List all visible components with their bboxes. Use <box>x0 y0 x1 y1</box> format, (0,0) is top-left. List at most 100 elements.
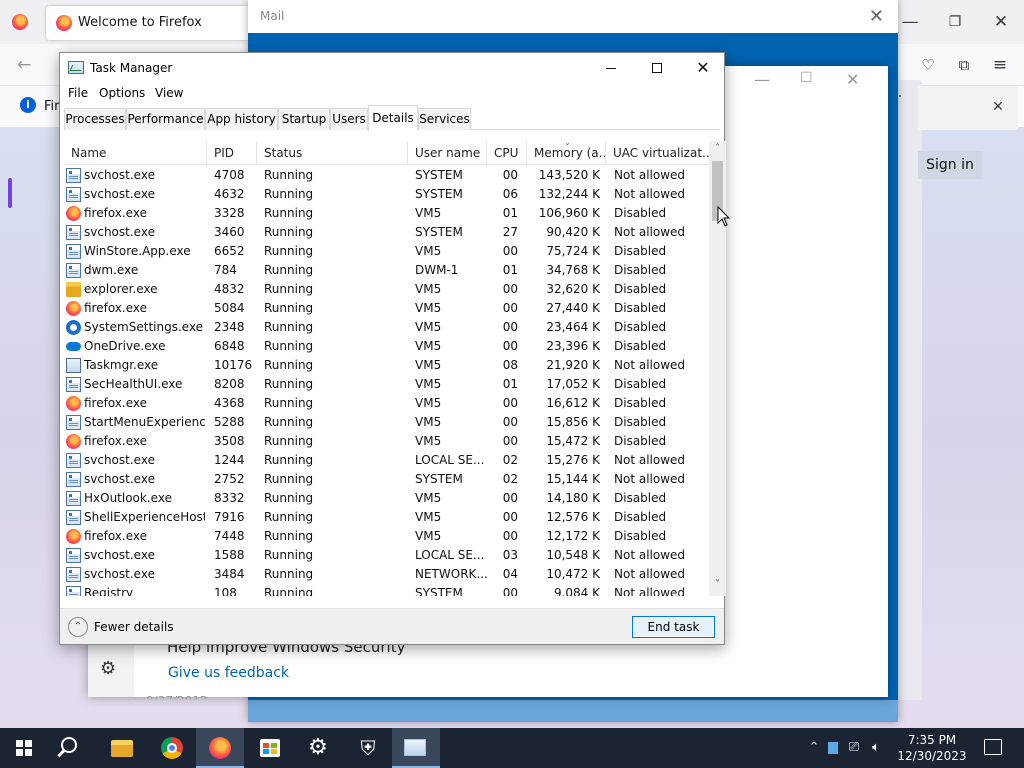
firefox-tab[interactable]: Welcome to Firefox <box>46 6 252 40</box>
scroll-down-arrow-icon[interactable]: ˅ <box>709 579 726 593</box>
security-maximize-icon[interactable]: ☐ <box>800 70 813 86</box>
cell-user: VM5 <box>415 206 442 220</box>
cell-pid: 3484 <box>214 567 245 581</box>
tab-app-history[interactable]: App history <box>205 108 278 130</box>
security-close-icon[interactable]: ✕ <box>846 70 859 89</box>
table-row[interactable]: Taskmgr.exe 10176 Running VM5 08 21,920 K Not … <box>64 356 709 375</box>
taskbar-firefox[interactable] <box>196 728 244 768</box>
cell-cpu: 01 <box>502 377 518 391</box>
table-row[interactable]: StartMenuExperienc... 5288 Running VM5 00 15,… <box>64 413 709 432</box>
firefox-close-icon[interactable]: ✕ <box>989 10 1013 34</box>
tab-performance[interactable]: Performance <box>126 108 205 130</box>
table-row[interactable]: firefox.exe 3508 Running VM5 00 15,472 K Disab… <box>64 432 709 451</box>
cell-uac: Not allowed <box>614 358 686 372</box>
mail-bottom-band <box>248 700 898 722</box>
table-row[interactable]: firefox.exe 4368 Running VM5 00 16,612 K Disab… <box>64 394 709 413</box>
task-manager-titlebar[interactable]: Task Manager ✕ <box>60 53 724 83</box>
security-minimize-icon[interactable]: — <box>754 70 770 89</box>
firefox-menu-icon[interactable] <box>12 14 28 30</box>
tray-app-icon[interactable] <box>826 728 840 768</box>
table-row[interactable]: SystemSettings.exe 2348 Running VM5 00 23,464… <box>64 318 709 337</box>
mail-close-icon[interactable]: ✕ <box>869 6 884 27</box>
give-feedback-link[interactable]: Give us feedback <box>168 665 289 681</box>
column-header-name[interactable]: Name <box>64 141 207 165</box>
settings-gear-icon[interactable]: ⚙ <box>100 658 116 679</box>
system-clock[interactable]: 7:35 PM 12/30/2023 <box>892 732 972 764</box>
search-button[interactable] <box>48 728 96 768</box>
table-row[interactable]: firefox.exe 3328 Running VM5 01 106,960 K Disa… <box>64 204 709 223</box>
column-header-user-name[interactable]: User name <box>408 141 487 165</box>
cell-cpu: 00 <box>502 301 518 315</box>
table-row[interactable]: svchost.exe 2752 Running SYSTEM 02 15,144 K No… <box>64 470 709 489</box>
cell-memory: 9,084 K <box>553 586 600 596</box>
cell-memory: 75,724 K <box>546 244 600 258</box>
close-button[interactable]: ✕ <box>680 53 726 83</box>
table-row[interactable]: svchost.exe 3460 Running SYSTEM 27 90,420 K No… <box>64 223 709 242</box>
cell-pid: 6652 <box>214 244 245 258</box>
cell-name: StartMenuExperienc... <box>84 415 205 429</box>
table-row[interactable]: SecHealthUI.exe 8208 Running VM5 01 17,052 K D… <box>64 375 709 394</box>
table-row[interactable]: svchost.exe 4708 Running SYSTEM 00 143,520 K N… <box>64 166 709 185</box>
taskbar-settings[interactable]: ⚙ <box>294 728 342 768</box>
chevron-up-circle-icon[interactable]: ⌃ <box>68 617 88 637</box>
menu-file[interactable]: File <box>68 86 88 100</box>
column-header-status[interactable]: Status <box>257 141 408 165</box>
cell-status: Running <box>264 168 314 182</box>
cell-memory: 10,548 K <box>546 548 600 562</box>
show-hidden-icons-chevron-icon[interactable]: ⌃ <box>804 728 824 768</box>
start-button[interactable] <box>0 728 48 768</box>
cell-user: VM5 <box>415 415 442 429</box>
table-row[interactable]: svchost.exe 3484 Running NETWORK... 04 10,472… <box>64 565 709 584</box>
table-row[interactable]: svchost.exe 1244 Running LOCAL SE... 02 15,27… <box>64 451 709 470</box>
cell-uac: Not allowed <box>614 586 686 596</box>
table-row[interactable]: Registry 108 Running SYSTEM 00 9,084 K Not all… <box>64 584 709 596</box>
taskbar-microsoft-store[interactable] <box>246 728 294 768</box>
settings-gear-icon: ⚙ <box>308 735 328 760</box>
table-row[interactable]: ShellExperienceHost.... 7916 Running VM5 00 1… <box>64 508 709 527</box>
process-cloud-icon <box>66 342 81 351</box>
table-row[interactable]: firefox.exe 5084 Running VM5 00 27,440 K Disab… <box>64 299 709 318</box>
tab-details[interactable]: Details <box>368 105 418 131</box>
scroll-up-arrow-icon[interactable]: ˄ <box>709 143 726 157</box>
menu-options[interactable]: Options <box>99 86 145 100</box>
table-row[interactable]: WinStore.App.exe 6652 Running VM5 00 75,724 K… <box>64 242 709 261</box>
taskbar-task-manager[interactable] <box>392 728 440 768</box>
cell-cpu: 00 <box>502 510 518 524</box>
minimize-button[interactable] <box>588 53 634 83</box>
back-arrow-icon[interactable]: ← <box>12 53 36 77</box>
network-icon[interactable]: ⎚ <box>844 728 864 768</box>
table-row[interactable]: explorer.exe 4832 Running VM5 00 32,620 K Disa… <box>64 280 709 299</box>
hamburger-menu-icon[interactable]: ≡ <box>988 53 1012 77</box>
table-row[interactable]: svchost.exe 4632 Running SYSTEM 06 132,244 K N… <box>64 185 709 204</box>
table-row[interactable]: OneDrive.exe 6848 Running VM5 00 23,396 K Disa… <box>64 337 709 356</box>
tab-services[interactable]: Services <box>418 108 471 130</box>
column-header-cpu[interactable]: CPU <box>487 141 527 165</box>
table-row[interactable]: dwm.exe 784 Running DWM-1 01 34,768 K Disabled <box>64 261 709 280</box>
table-row[interactable]: svchost.exe 1588 Running LOCAL SE... 03 10,54… <box>64 546 709 565</box>
taskbar-chrome[interactable] <box>148 728 196 768</box>
column-header-pid[interactable]: PID <box>207 141 257 165</box>
firefox-minimize-icon[interactable]: — <box>898 10 922 34</box>
sign-in-button[interactable]: Sign in <box>918 151 982 179</box>
tab-processes[interactable]: Processes <box>64 108 126 130</box>
column-header-uac[interactable]: UAC virtualizat... <box>606 141 709 165</box>
panel-close-icon[interactable]: ✕ <box>986 95 1010 119</box>
cell-pid: 7916 <box>214 510 245 524</box>
table-row[interactable]: firefox.exe 7448 Running VM5 00 12,172 K Disab… <box>64 527 709 546</box>
process-generic-icon <box>66 225 81 240</box>
menu-view[interactable]: View <box>155 86 183 100</box>
pocket-icon[interactable]: ♡ <box>916 53 940 77</box>
tab-users[interactable]: Users <box>330 108 368 130</box>
firefox-restore-icon[interactable]: ❐ <box>943 10 967 34</box>
taskbar-file-explorer[interactable] <box>98 728 146 768</box>
cell-uac: Disabled <box>614 263 667 277</box>
maximize-button[interactable] <box>634 53 680 83</box>
taskbar-windows-security[interactable]: ⛨ <box>344 728 392 768</box>
tab-startup[interactable]: Startup <box>278 108 330 130</box>
volume-muted-icon[interactable]: 🔈︎ <box>866 728 886 768</box>
extensions-icon[interactable]: ⧉ <box>952 53 976 77</box>
end-task-button[interactable]: End task <box>632 616 715 638</box>
fewer-details-link[interactable]: Fewer details <box>94 620 174 634</box>
table-row[interactable]: HxOutlook.exe 8332 Running VM5 00 14,180 K Dis… <box>64 489 709 508</box>
action-center-icon[interactable] <box>984 739 1002 755</box>
